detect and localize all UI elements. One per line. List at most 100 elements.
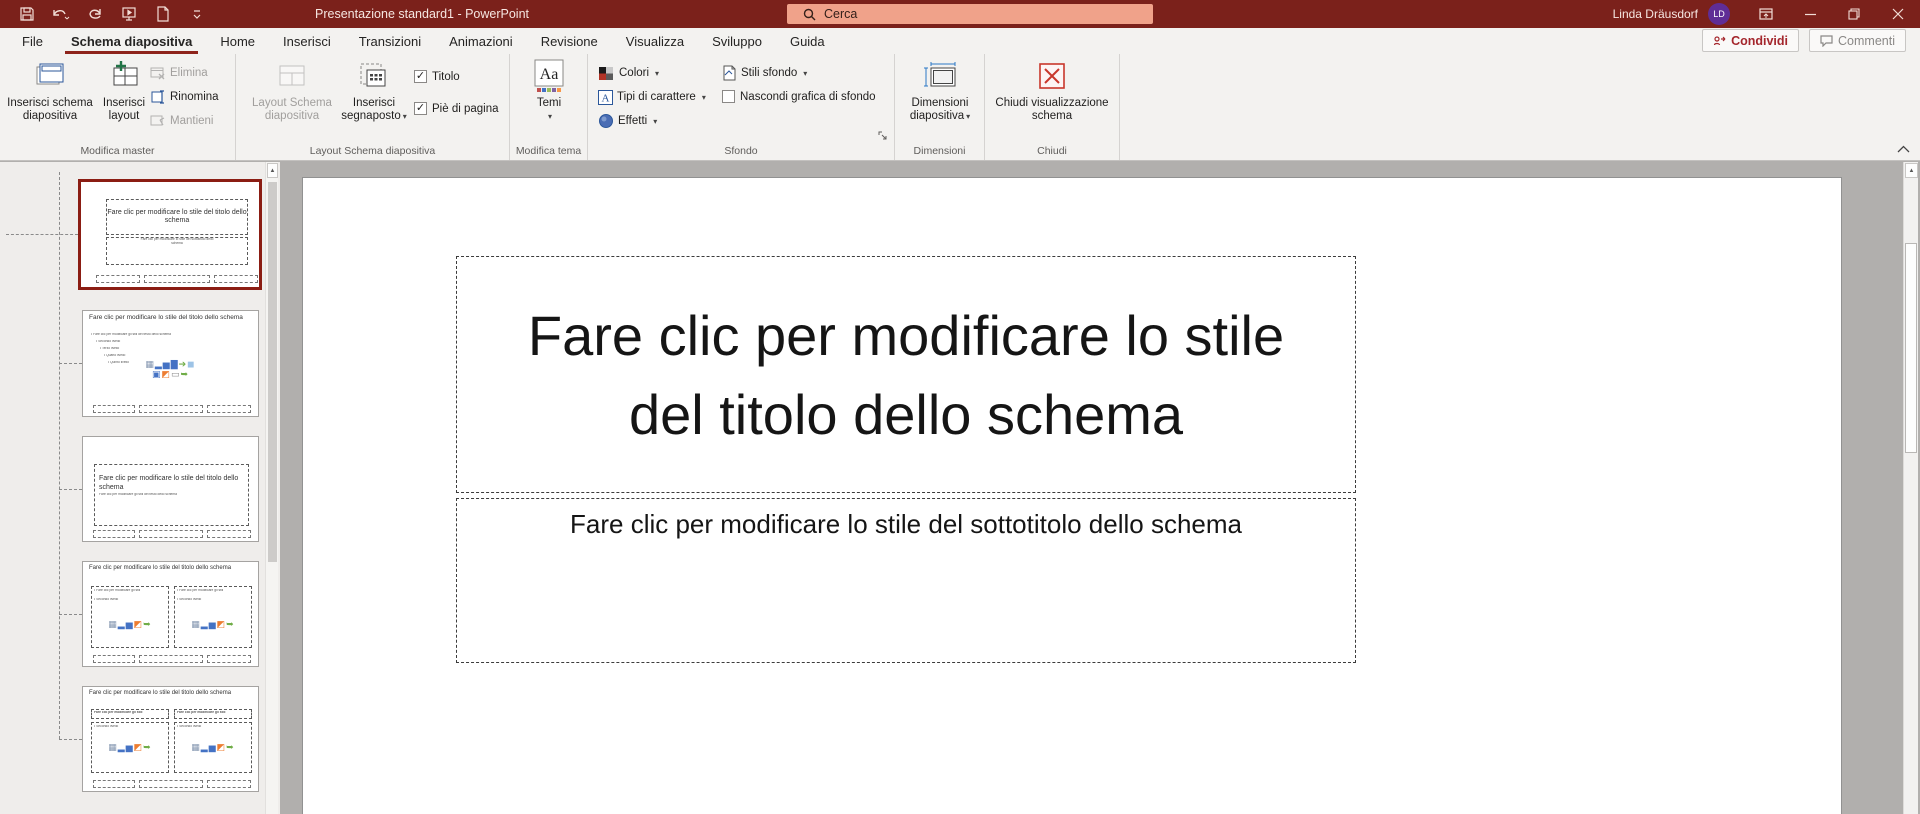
thumb-title: Fare clic per modificare lo stile del ti… bbox=[89, 314, 243, 321]
thumbnail-layout-comparison[interactable]: Fare clic per modificare lo stile del ti… bbox=[82, 686, 259, 792]
tree-line bbox=[6, 234, 78, 235]
themes-button[interactable]: Aa Temi ▾ bbox=[514, 58, 584, 123]
theme-effects-button[interactable]: Effetti ▾ bbox=[598, 112, 657, 130]
collapse-ribbon-icon[interactable] bbox=[1892, 141, 1914, 157]
thumb-title: Fare clic per modificare lo stile del ti… bbox=[99, 475, 239, 491]
theme-colors-button[interactable]: Colori ▾ bbox=[598, 64, 659, 82]
scrollbar-thumb[interactable] bbox=[268, 182, 277, 562]
canvas-scrollbar[interactable]: ▲ bbox=[1903, 162, 1918, 814]
search-input[interactable]: Cerca bbox=[787, 4, 1153, 24]
tab-home[interactable]: Home bbox=[206, 28, 269, 54]
group-label: Dimensioni bbox=[913, 145, 966, 157]
rename-button[interactable]: Rinomina bbox=[150, 88, 219, 106]
insert-placeholder-icon bbox=[358, 58, 390, 94]
slide-thumbnail-panel: Fare clic per modificare lo stile del ti… bbox=[0, 162, 280, 814]
thumbnail-layout-title[interactable]: Fare clic per modificare lo stile del ti… bbox=[82, 436, 259, 542]
tab-visualizza[interactable]: Visualizza bbox=[612, 28, 698, 54]
customize-qat-icon[interactable] bbox=[182, 2, 212, 26]
footer-placeholder bbox=[144, 275, 210, 283]
new-file-icon[interactable] bbox=[148, 2, 178, 26]
close-master-view-button[interactable]: Chiudi visualizzazione schema bbox=[992, 58, 1112, 123]
thumbnail-layout-content[interactable]: Fare clic per modificare lo stile del ti… bbox=[82, 310, 259, 417]
content-icons: ▦▂▅▇➔◼ ▣◩▭➥ bbox=[145, 359, 196, 379]
thumb-title: Fare clic per modificare lo stile del ti… bbox=[107, 208, 247, 225]
slide-master-surface[interactable]: Fare clic per modificare lo stile del ti… bbox=[302, 177, 1842, 814]
tab-transizioni[interactable]: Transizioni bbox=[345, 28, 435, 54]
insert-layout-icon bbox=[108, 58, 140, 94]
scroll-up-arrow[interactable]: ▲ bbox=[267, 163, 278, 178]
thumbnail-slide-master[interactable]: Fare clic per modificare lo stile del ti… bbox=[78, 179, 262, 290]
scrollbar-thumb[interactable] bbox=[1905, 243, 1917, 453]
group-label: Modifica tema bbox=[515, 145, 582, 157]
tab-inserisci[interactable]: Inserisci bbox=[269, 28, 345, 54]
redo-icon[interactable] bbox=[80, 2, 110, 26]
comments-button[interactable]: Commenti bbox=[1809, 29, 1906, 52]
tab-schema-diapositiva[interactable]: Schema diapositiva bbox=[57, 28, 206, 54]
group-label: Sfondo bbox=[724, 145, 758, 157]
delete-icon bbox=[150, 67, 165, 80]
svg-text:Aa: Aa bbox=[540, 66, 559, 83]
group-modifica-master: Inserisci schema diapositiva Inserisci l… bbox=[0, 54, 236, 160]
footer-placeholder bbox=[93, 780, 135, 788]
insert-layout-button[interactable]: Inserisci layout bbox=[98, 58, 150, 123]
tab-file[interactable]: File bbox=[8, 28, 57, 54]
title-checkbox[interactable]: ✓ Titolo bbox=[414, 70, 460, 83]
background-styles-button[interactable]: Stili sfondo ▾ bbox=[722, 64, 807, 82]
footer-placeholder bbox=[93, 530, 135, 538]
thumbnail-scrollbar[interactable]: ▲ bbox=[265, 162, 278, 814]
svg-text:A: A bbox=[602, 92, 610, 104]
close-button[interactable] bbox=[1876, 0, 1920, 28]
tab-sviluppo[interactable]: Sviluppo bbox=[698, 28, 776, 54]
tree-line bbox=[59, 489, 82, 490]
footer-placeholder bbox=[139, 780, 203, 788]
subtitle-placeholder[interactable]: Fare clic per modificare lo stile del so… bbox=[456, 498, 1356, 663]
user-name[interactable]: Linda Dräusdorf bbox=[1613, 7, 1698, 21]
restore-button[interactable] bbox=[1832, 0, 1876, 28]
insert-slide-master-button[interactable]: Inserisci schema diapositiva bbox=[2, 58, 98, 123]
save-icon[interactable] bbox=[12, 2, 42, 26]
checkbox-icon: ✓ bbox=[414, 70, 427, 83]
background-styles-icon bbox=[723, 65, 736, 81]
tab-revisione[interactable]: Revisione bbox=[527, 28, 612, 54]
title-placeholder-text: Fare clic per modificare lo stile del ti… bbox=[527, 303, 1285, 446]
tab-guida[interactable]: Guida bbox=[776, 28, 839, 54]
footer-placeholder bbox=[139, 530, 203, 538]
theme-fonts-button[interactable]: A Tipi di carattere ▾ bbox=[598, 88, 706, 106]
themes-icon: Aa bbox=[534, 58, 564, 94]
minimize-button[interactable] bbox=[1788, 0, 1832, 28]
thumb-title: Fare clic per modificare lo stile del ti… bbox=[89, 690, 232, 696]
group-modifica-tema: Aa Temi ▾ Modifica tema bbox=[510, 54, 588, 160]
group-label: Modifica master bbox=[80, 145, 155, 157]
thumbnail-layout-two-content[interactable]: Fare clic per modificare lo stile del ti… bbox=[82, 561, 259, 667]
title-bar: Presentazione standard1 - PowerPoint Cer… bbox=[0, 0, 1920, 28]
undo-icon[interactable] bbox=[46, 2, 76, 26]
delete-button: Elimina bbox=[150, 64, 208, 82]
ribbon-display-options-icon[interactable] bbox=[1744, 0, 1788, 28]
footer-placeholder bbox=[207, 530, 251, 538]
slide-size-button[interactable]: Dimensioni diapositiva ▾ bbox=[900, 58, 980, 123]
tree-line bbox=[59, 172, 60, 739]
group-dimensioni: Dimensioni diapositiva ▾ Dimensioni bbox=[895, 54, 985, 160]
share-button[interactable]: Condividi bbox=[1702, 29, 1800, 52]
powerpoint-window: Presentazione standard1 - PowerPoint Cer… bbox=[0, 0, 1920, 814]
slideshow-icon[interactable] bbox=[114, 2, 144, 26]
footer-placeholder bbox=[93, 405, 135, 413]
master-layout-button: Layout Schema diapositiva bbox=[242, 58, 342, 123]
slide-size-icon bbox=[922, 58, 958, 94]
preserve-icon bbox=[150, 115, 165, 126]
tab-animazioni[interactable]: Animazioni bbox=[435, 28, 527, 54]
comment-icon bbox=[1820, 35, 1833, 47]
preserve-button: Mantieni bbox=[150, 112, 213, 130]
footer-checkbox[interactable]: ✓ Piè di pagina bbox=[414, 102, 499, 115]
master-layout-icon bbox=[276, 58, 308, 94]
scroll-up-arrow[interactable]: ▲ bbox=[1905, 163, 1918, 178]
group-chiudi: Chiudi visualizzazione schema Chiudi bbox=[985, 54, 1120, 160]
title-placeholder[interactable]: Fare clic per modificare lo stile del ti… bbox=[456, 256, 1356, 493]
dialog-launcher-icon[interactable] bbox=[878, 131, 889, 142]
avatar[interactable]: LD bbox=[1708, 3, 1730, 25]
insert-placeholder-button[interactable]: Inserisci segnaposto ▾ bbox=[340, 58, 408, 123]
rename-icon bbox=[151, 90, 164, 104]
hide-background-graphics-checkbox[interactable]: Nascondi grafica di sfondo bbox=[722, 90, 876, 103]
ribbon: Inserisci schema diapositiva Inserisci l… bbox=[0, 54, 1920, 161]
checkbox-icon bbox=[722, 90, 735, 103]
